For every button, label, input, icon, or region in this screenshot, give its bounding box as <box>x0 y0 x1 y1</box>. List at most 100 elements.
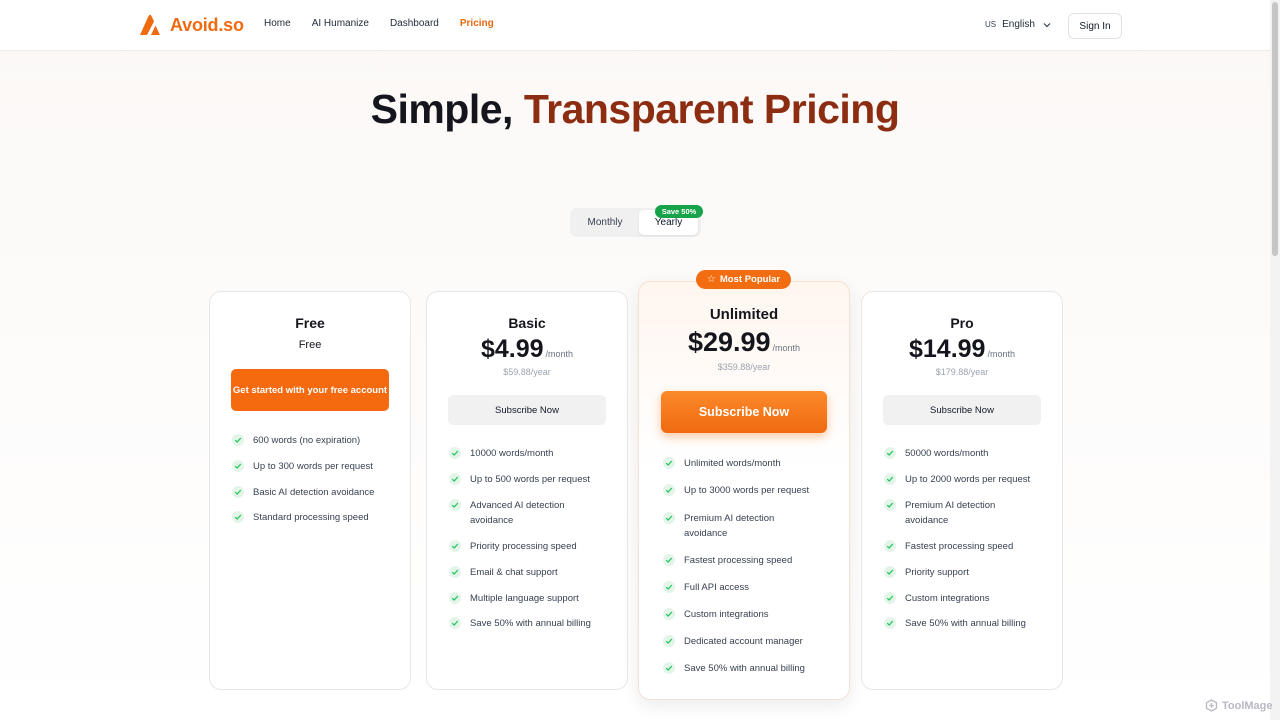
feature-item: Priority support <box>884 565 1044 580</box>
main-nav: Home AI Humanize Dashboard Pricing <box>264 18 515 29</box>
feature-item: 10000 words/month <box>449 446 609 461</box>
feature-item: Save 50% with annual billing <box>884 616 1044 631</box>
nav-dashboard[interactable]: Dashboard <box>390 18 439 29</box>
feature-item: Full API access <box>663 580 828 595</box>
watermark: ToolMage <box>1205 699 1273 712</box>
nav-pricing[interactable]: Pricing <box>460 18 494 29</box>
plan-yearly-price: $179.88/year <box>935 367 989 377</box>
most-popular-badge: ☆ Most Popular <box>696 270 791 289</box>
plan-card-pro: Pro $14.99/month $179.88/year Subscribe … <box>861 291 1063 690</box>
check-icon <box>663 457 675 469</box>
feature-item: Fastest processing speed <box>884 539 1044 554</box>
plan-card-basic: Basic $4.99/month $59.88/year Subscribe … <box>426 291 628 690</box>
language-selector[interactable]: US English <box>985 19 1051 30</box>
check-icon <box>884 540 896 552</box>
save-badge: Save 50% <box>655 205 703 218</box>
get-started-button[interactable]: Get started with your free account <box>231 369 389 411</box>
plan-name: Basic <box>508 315 546 331</box>
check-icon <box>449 499 461 511</box>
brand-logo[interactable]: Avoid.so <box>139 13 244 37</box>
feature-item: Basic AI detection avoidance <box>232 485 392 500</box>
check-icon <box>663 484 675 496</box>
plan-name: Free <box>295 315 325 331</box>
feature-item: Custom integrations <box>884 591 1044 606</box>
check-icon <box>449 540 461 552</box>
feature-item: Standard processing speed <box>232 510 392 525</box>
check-icon <box>232 511 244 523</box>
check-icon <box>884 447 896 459</box>
feature-item: Up to 2000 words per request <box>884 472 1044 487</box>
feature-item: Advanced AI detection avoidance <box>449 498 584 528</box>
language-label: English <box>1002 19 1035 30</box>
sign-in-button[interactable]: Sign In <box>1068 13 1122 39</box>
check-icon <box>884 592 896 604</box>
subscribe-button-primary[interactable]: Subscribe Now <box>661 391 827 433</box>
check-icon <box>663 662 675 674</box>
feature-item: Up to 3000 words per request <box>663 483 828 498</box>
feature-item: Priority processing speed <box>449 539 609 554</box>
feature-item: Dedicated account manager <box>663 634 828 649</box>
check-icon <box>449 592 461 604</box>
plan-price: $29.99 <box>687 327 771 357</box>
check-icon <box>449 566 461 578</box>
check-icon <box>232 460 244 472</box>
check-icon <box>663 608 675 620</box>
feature-item: Up to 500 words per request <box>449 472 609 487</box>
feature-item: Fastest processing speed <box>663 553 828 568</box>
check-icon <box>449 473 461 485</box>
nav-ai-humanize[interactable]: AI Humanize <box>312 18 369 29</box>
star-icon: ☆ <box>706 274 716 285</box>
check-icon <box>884 499 896 511</box>
check-icon <box>884 473 896 485</box>
page-title: Simple, Transparent Pricing <box>0 86 1270 133</box>
check-icon <box>663 512 675 524</box>
check-icon <box>449 447 461 459</box>
plan-name: Unlimited <box>709 306 779 323</box>
plan-card-free: Free Free Get started with your free acc… <box>209 291 411 690</box>
toggle-monthly[interactable]: Monthly <box>572 208 638 237</box>
price-period: /month <box>772 343 801 353</box>
check-icon <box>663 554 675 566</box>
feature-item: Unlimited words/month <box>663 456 828 471</box>
plan-yearly-price: $59.88/year <box>503 367 551 377</box>
plan-price-row: $4.99/month <box>427 335 627 364</box>
check-icon <box>449 617 461 629</box>
page-scrollbar[interactable] <box>1270 0 1280 720</box>
top-header: Avoid.so Home AI Humanize Dashboard Pric… <box>0 0 1270 51</box>
price-period: /month <box>545 349 574 359</box>
feature-item: Premium AI detection avoidance <box>884 498 1014 528</box>
feature-item: Up to 300 words per request <box>232 459 392 474</box>
plan-price-row: $29.99/month <box>639 327 849 358</box>
check-icon <box>884 566 896 578</box>
us-flag-icon: US <box>985 20 997 29</box>
watermark-logo-icon <box>1205 699 1218 712</box>
plan-name: Pro <box>950 315 974 331</box>
check-icon <box>232 486 244 498</box>
plan-card-unlimited: Unlimited $29.99/month $359.88/year Subs… <box>638 281 850 700</box>
check-icon <box>232 434 244 446</box>
feature-item: 600 words (no expiration) <box>232 433 392 448</box>
brand-name: Avoid.so <box>170 14 244 35</box>
brand-logo-icon <box>140 14 160 35</box>
scrollbar-thumb[interactable] <box>1272 2 1278 256</box>
check-icon <box>663 581 675 593</box>
feature-item: Multiple language support <box>449 591 609 606</box>
feature-item: Email & chat support <box>449 565 609 580</box>
nav-home[interactable]: Home <box>264 18 291 29</box>
feature-item: Premium AI detection avoidance <box>663 511 798 541</box>
feature-item: Custom integrations <box>663 607 828 622</box>
chevron-down-icon <box>1043 22 1051 27</box>
feature-item: Save 50% with annual billing <box>449 616 609 631</box>
subscribe-button[interactable]: Subscribe Now <box>448 395 606 425</box>
title-part-2: Transparent Pricing <box>523 86 900 132</box>
title-part-1: Simple, <box>370 86 514 132</box>
subscribe-button[interactable]: Subscribe Now <box>883 395 1041 425</box>
plan-yearly-price: $359.88/year <box>717 362 771 372</box>
feature-item: 50000 words/month <box>884 446 1044 461</box>
check-icon <box>884 617 896 629</box>
plan-price: $14.99 <box>909 335 986 363</box>
plan-price: $4.99 <box>480 335 544 363</box>
feature-item: Save 50% with annual billing <box>663 661 828 676</box>
price-period: /month <box>987 349 1015 359</box>
check-icon <box>663 635 675 647</box>
